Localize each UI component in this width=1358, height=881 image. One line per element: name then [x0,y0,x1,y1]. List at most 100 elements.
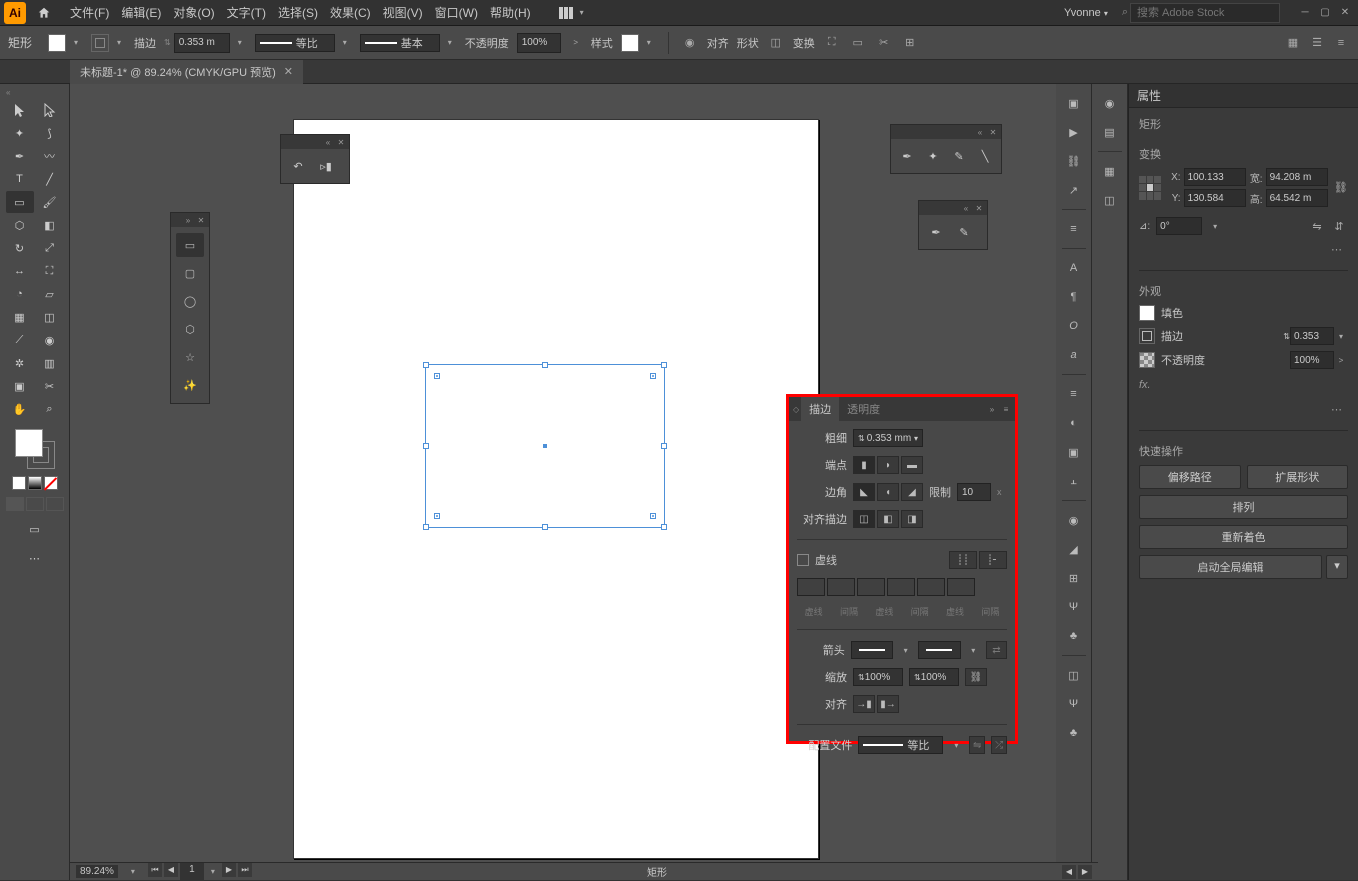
collapse-icon[interactable]: « [323,137,333,147]
brushes-panel-2[interactable]: «✕ ✒ ✎ [918,200,988,250]
y-input[interactable] [1184,189,1246,207]
scroll-right[interactable]: ▶ [1078,865,1092,879]
undo-icon[interactable]: ↶ [287,155,309,177]
recolor-button[interactable]: 重新着色 [1139,525,1348,549]
brush-icon-a[interactable]: ✒ [925,221,947,243]
lasso-tool[interactable]: ⟆ [36,122,64,144]
stroke-w-input[interactable] [1290,327,1334,345]
dash-preserve[interactable]: ┊┊ [949,551,977,569]
rounded-rect-shape[interactable]: ▢ [176,261,204,285]
arrow-start-dd[interactable]: ▾ [899,641,912,659]
color-guide-icon[interactable]: ◢ [1061,536,1087,562]
extra-icon[interactable]: ⊞ [901,34,919,52]
brush-icon-1[interactable]: ✒ [897,145,917,167]
join-bevel[interactable]: ◢ [901,483,923,501]
next-page[interactable]: ▶ [222,863,236,877]
clip-icon[interactable]: ✂ [875,34,893,52]
shape-flyout[interactable]: »✕ ▭ ▢ ◯ ⬡ ☆ ✨ [170,212,210,404]
cap-projecting[interactable]: ▬ [901,456,923,474]
opacity-dd-p[interactable]: > [1334,351,1348,369]
eyedropper-tool[interactable]: ⟋ [6,329,34,351]
type-col-icon[interactable]: A [1061,255,1087,281]
style-swatch[interactable] [621,34,639,52]
brush-dd[interactable]: ▾ [443,34,457,52]
menu-object[interactable]: 对象(O) [167,0,220,25]
gradient-mode[interactable] [28,476,42,490]
w-input[interactable] [1266,168,1328,186]
style-dd[interactable]: ▾ [642,34,656,52]
symbol-tool[interactable]: ✲ [6,352,34,374]
transform-icon[interactable]: ⛶ [823,34,841,52]
stroke-w-dd[interactable]: ▾ [1334,327,1348,345]
opacity-input[interactable] [517,33,561,53]
menu-select[interactable]: 选择(S) [272,0,324,25]
opacity-input-p[interactable] [1290,351,1334,369]
brush-icon-2[interactable]: ✦ [923,145,943,167]
curvature-tool[interactable]: 〰 [36,145,64,167]
tab-stroke[interactable]: 描边 [801,397,839,421]
handle-mr[interactable] [661,443,667,449]
layout-dropdown[interactable]: ▾ [575,4,589,22]
stroke-weight-dd[interactable]: ▾ [233,34,247,52]
perspective-tool[interactable]: ▱ [36,283,64,305]
global-edit-button[interactable]: 启动全局编辑 [1139,555,1322,579]
symbols-col-icon[interactable]: ⊞ [1061,565,1087,591]
opacity-sw[interactable] [1139,352,1155,368]
direct-selection-tool[interactable] [36,99,64,121]
brush-tool[interactable]: 🖌 [36,191,64,213]
stroke-panel[interactable]: ◇ 描边 透明度 »≡ 粗细 ⇅0.353 mm▾ 端点 ▮ ◗ ▬ [786,394,1018,744]
arrange-button[interactable]: 排列 [1139,495,1348,519]
align-inside[interactable]: ◧ [877,510,899,528]
arrow-start[interactable] [851,641,893,659]
gradient-dock-icon[interactable]: ▦ [1097,158,1123,184]
color-icon[interactable]: ▤ [1097,119,1123,145]
stroke-dock-icon[interactable]: ≡ [1061,381,1087,407]
zoom-tool[interactable]: ⌕ [36,398,64,420]
panel-icon[interactable]: ☰ [1308,34,1326,52]
link-wh-icon[interactable]: ⛓ [1334,173,1348,203]
brush-select[interactable]: 基本 [360,34,440,52]
swatches-dock-icon[interactable]: ◉ [1061,507,1087,533]
arrange-icon[interactable]: ▦ [1284,34,1302,52]
h-input[interactable] [1266,189,1328,207]
shaper-tool[interactable]: ⬡ [6,214,34,236]
first-page[interactable]: ⏮ [148,863,162,877]
fill-dd[interactable]: ▾ [69,34,83,52]
star-shape[interactable]: ☆ [176,345,204,369]
handle-br[interactable] [661,524,667,530]
magic-wand-tool[interactable]: ✦ [6,122,34,144]
zoom-dd[interactable]: ▾ [126,863,140,881]
handle-ml[interactable] [423,443,429,449]
fill-color[interactable] [1139,305,1155,321]
menu-window[interactable]: 窗口(W) [429,0,484,25]
handle-bl[interactable] [423,524,429,530]
shape-button[interactable]: 形状 [737,35,759,51]
menu-view[interactable]: 视图(V) [377,0,429,25]
page-input[interactable]: 1 [180,863,204,881]
edit-toolbar[interactable]: ⋯ [21,547,49,569]
artboard-icon[interactable]: ▣ [1061,90,1087,116]
stroke-color[interactable] [1139,328,1155,344]
global-edit-dd[interactable]: ▾ [1326,555,1348,579]
menu-icon[interactable]: ≡ [1001,404,1011,414]
document-tab[interactable]: 未标题-1* @ 89.24% (CMYK/GPU 预览) ✕ [70,60,303,84]
profile-dd[interactable]: ▾ [949,736,963,754]
screen-mode[interactable]: ▭ [21,518,49,540]
rectangle-tool[interactable]: ▭ [6,191,34,213]
tab-close-icon[interactable]: ✕ [284,65,293,78]
miter-limit-input[interactable] [957,483,991,501]
align-label[interactable]: 对齐 [707,35,729,51]
rectangle-shape[interactable]: ▭ [176,233,204,257]
last-page[interactable]: ⏭ [238,863,252,877]
flare-shape[interactable]: ✨ [176,373,204,397]
dash-checkbox[interactable] [797,554,809,566]
history-panel[interactable]: «✕ ↶ ▹▮ [280,134,350,184]
close-icon[interactable]: ✕ [988,127,998,137]
handle-tl[interactable] [423,362,429,368]
stroke-swatch[interactable] [91,34,109,52]
brush-icon-4[interactable]: ╲ [975,145,995,167]
align-icon[interactable]: ⫠ [1061,468,1087,494]
selection-tool[interactable] [6,99,34,121]
menu-help[interactable]: 帮助(H) [484,0,537,25]
minimize-button[interactable]: ─ [1296,5,1314,21]
